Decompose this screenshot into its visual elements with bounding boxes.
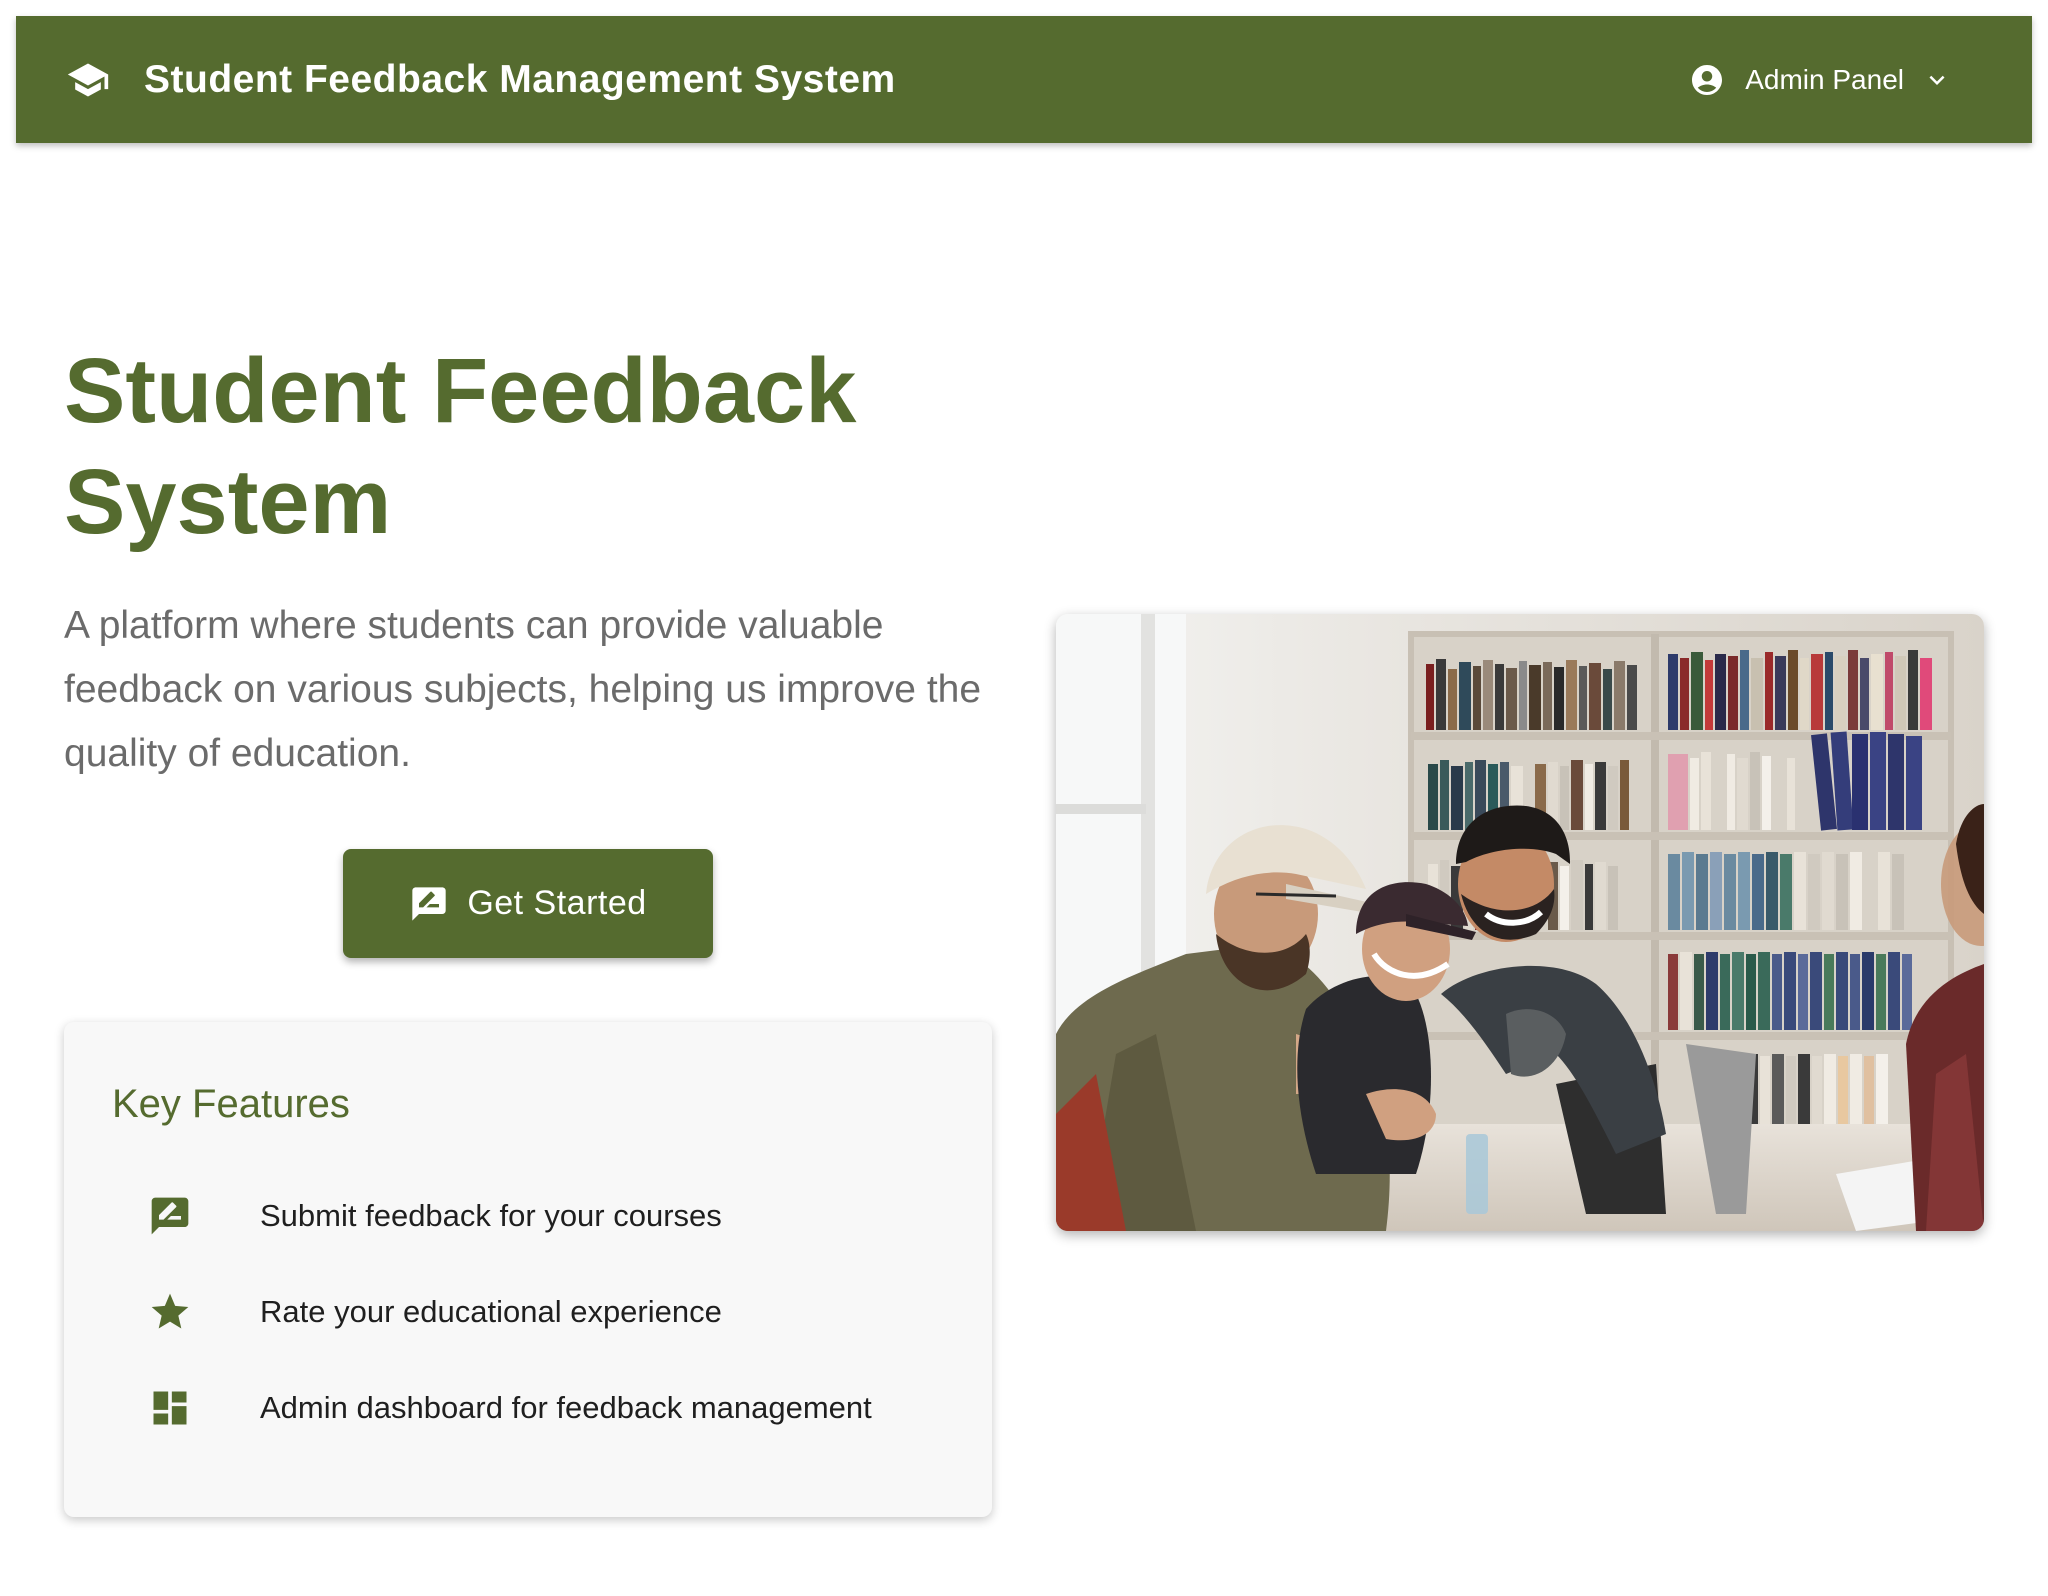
feature-list: Submit feedback for your courses Rate yo… — [112, 1168, 944, 1456]
hero-title: Student Feedback System — [64, 340, 857, 553]
dashboard-icon — [148, 1386, 192, 1430]
key-features-card: Key Features Submit feedback for your co… — [64, 1022, 992, 1517]
feature-item-submit-feedback: Submit feedback for your courses — [112, 1168, 944, 1264]
admin-panel-label: Admin Panel — [1745, 63, 1904, 95]
feedback-icon — [148, 1194, 192, 1238]
feature-text: Rate your educational experience — [260, 1294, 722, 1329]
feature-item-admin-dashboard: Admin dashboard for feedback management — [112, 1360, 944, 1456]
key-features-heading: Key Features — [112, 1082, 350, 1126]
get-started-label: Get Started — [467, 884, 647, 922]
get-started-button[interactable]: Get Started — [343, 849, 713, 958]
students-library-photo — [1056, 614, 1984, 1231]
admin-panel-menu[interactable]: Admin Panel — [1689, 62, 1952, 98]
feature-text: Submit feedback for your courses — [260, 1198, 722, 1233]
chevron-down-icon — [1922, 65, 1952, 95]
feature-item-rate-experience: Rate your educational experience — [112, 1264, 944, 1360]
app-bar: Student Feedback Management System Admin… — [16, 16, 2032, 143]
account-circle-icon — [1689, 62, 1725, 98]
graduation-cap-icon — [64, 56, 112, 104]
star-icon — [148, 1290, 192, 1334]
feature-text: Admin dashboard for feedback management — [260, 1390, 872, 1425]
app-title: Student Feedback Management System — [144, 57, 896, 101]
feedback-icon — [409, 884, 449, 924]
hero-description: A platform where students can provide va… — [64, 604, 982, 775]
